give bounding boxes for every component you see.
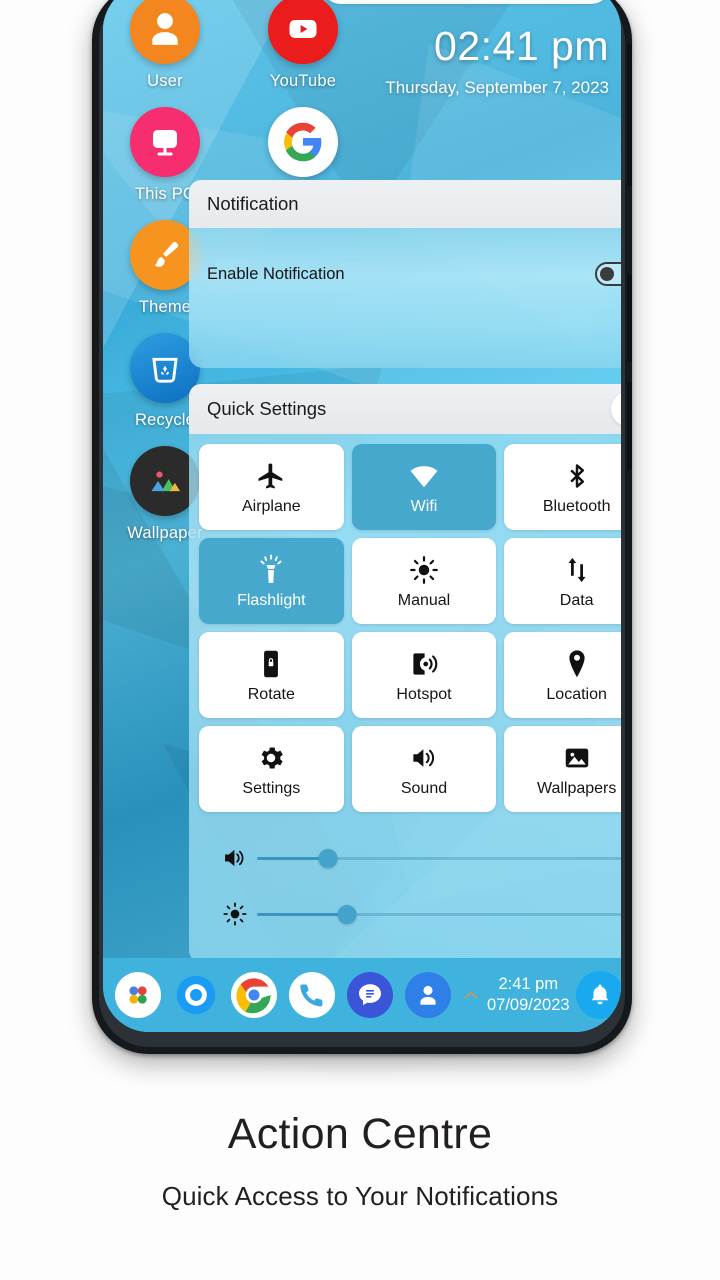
- phone-icon[interactable]: [289, 972, 335, 1018]
- tile-label: Location: [546, 685, 607, 703]
- taskbar-date: 07/09/2023: [487, 996, 570, 1014]
- notification-body: Enable Notification: [189, 228, 621, 368]
- slider-area: [199, 812, 621, 946]
- quick-settings-body: Airplane Wifi Bluetooth Flashlight Manua…: [189, 434, 621, 964]
- tile-airplane[interactable]: Airplane: [199, 444, 344, 530]
- caption-block: Action Centre Quick Access to Your Notif…: [0, 1110, 720, 1212]
- tile-label: Hotspot: [396, 685, 452, 703]
- tile-label: Settings: [242, 779, 301, 797]
- enable-notification-row[interactable]: Enable Notification: [189, 228, 621, 320]
- quick-settings-tile-grid: Airplane Wifi Bluetooth Flashlight Manua…: [199, 444, 621, 812]
- brightness-slider-fill: [257, 912, 347, 916]
- image-icon: [562, 741, 592, 775]
- assistant-icon[interactable]: [173, 972, 219, 1018]
- brightness-slider-row[interactable]: [213, 886, 621, 942]
- tile-label: Flashlight: [237, 591, 306, 609]
- gear-icon: [256, 741, 286, 775]
- brightness-slider-thumb[interactable]: [337, 904, 357, 924]
- tile-label: Rotate: [247, 685, 295, 703]
- desktop-icon-label: YouTube: [269, 72, 337, 90]
- screenshot-root: User This PC Theme Recycle Wallpaper You…: [0, 0, 720, 1280]
- tile-label: Manual: [397, 591, 451, 609]
- caption-subtitle: Quick Access to Your Notifications: [161, 1181, 559, 1211]
- taskbar-expand-button[interactable]: [461, 985, 481, 1005]
- volume-slider-fill: [257, 856, 329, 860]
- taskbar: 2:41 pm 07/09/2023: [103, 958, 621, 1032]
- wifi-icon: [407, 459, 441, 493]
- youtube-icon: [268, 0, 338, 64]
- messages-icon[interactable]: [347, 972, 393, 1018]
- enable-notification-label: Enable Notification: [207, 264, 345, 283]
- phone-device-frame: User This PC Theme Recycle Wallpaper You…: [92, 0, 632, 1054]
- notification-empty-area: [189, 320, 621, 368]
- tile-label: Sound: [400, 779, 448, 797]
- speaker-icon: [213, 845, 257, 871]
- desktop-icon-label: User: [147, 72, 183, 90]
- desktop-icon-youtube[interactable]: YouTube: [255, 0, 351, 91]
- chevron-down-icon: [618, 399, 621, 419]
- notification-header[interactable]: Notification: [189, 180, 621, 228]
- tile-label: Wallpapers: [536, 779, 617, 797]
- tile-label: Wifi: [410, 497, 438, 515]
- tile-label: Bluetooth: [542, 497, 611, 515]
- status-bar: [321, 0, 611, 4]
- enable-notification-toggle[interactable]: [595, 262, 621, 286]
- tile-hotspot[interactable]: Hotspot: [351, 632, 497, 718]
- tile-label: Data: [559, 591, 594, 609]
- notification-title: Notification: [207, 193, 299, 214]
- user-icon: [130, 0, 200, 64]
- hotspot-icon: [409, 647, 439, 681]
- tile-label: Airplane: [241, 497, 301, 515]
- phone-screen: User This PC Theme Recycle Wallpaper You…: [103, 0, 621, 1032]
- user-account-icon[interactable]: [405, 972, 451, 1018]
- tile-rotate[interactable]: Rotate: [199, 632, 344, 718]
- brightness-icon: [213, 901, 257, 927]
- brightness-slider-track[interactable]: [257, 904, 621, 924]
- volume-slider-row[interactable]: [213, 830, 621, 886]
- notification-bell-button[interactable]: [575, 971, 621, 1019]
- phone-side-button-volume-up[interactable]: [627, 44, 632, 186]
- clock-time: 02:41 pm: [434, 23, 609, 69]
- tile-wallpapers[interactable]: Wallpapers: [504, 726, 621, 812]
- phone-side-button-volume-down[interactable]: [627, 274, 632, 362]
- bluetooth-icon: [563, 459, 591, 493]
- taskbar-time: 2:41 pm: [498, 974, 559, 993]
- tile-sound[interactable]: Sound: [351, 726, 497, 812]
- quick-settings-title: Quick Settings: [207, 398, 327, 419]
- tile-wifi[interactable]: Wifi: [351, 444, 497, 530]
- tile-flashlight[interactable]: Flashlight: [199, 538, 344, 624]
- tile-manual[interactable]: Manual: [351, 538, 497, 624]
- tile-settings[interactable]: Settings: [199, 726, 344, 812]
- tile-location[interactable]: Location: [504, 632, 621, 718]
- clock-widget[interactable]: 02:41 pm Thursday, September 7, 2023: [385, 26, 609, 98]
- action-centre-panel: Notification Enable Notification Quick S…: [189, 180, 621, 964]
- caption-title: Action Centre: [227, 1110, 493, 1158]
- desktop-icon-user[interactable]: User: [117, 0, 213, 91]
- volume-slider-thumb[interactable]: [318, 848, 338, 868]
- airplane-icon: [256, 459, 286, 493]
- volume-slider-track[interactable]: [257, 848, 621, 868]
- app-launcher-icon[interactable]: [115, 972, 161, 1018]
- tile-data[interactable]: Data: [504, 538, 621, 624]
- clock-date: Thursday, September 7, 2023: [385, 78, 609, 97]
- location-pin-icon: [564, 647, 590, 681]
- tile-bluetooth[interactable]: Bluetooth: [504, 444, 621, 530]
- chrome-icon[interactable]: [231, 972, 277, 1018]
- this-pc-icon: [130, 107, 200, 177]
- phone-side-button-power[interactable]: [627, 382, 632, 470]
- brightness-icon: [409, 553, 439, 587]
- data-arrows-icon: [563, 553, 591, 587]
- bell-icon: [591, 984, 608, 1005]
- taskbar-clock[interactable]: 2:41 pm 07/09/2023: [487, 974, 570, 1016]
- google-icon: [268, 107, 338, 177]
- chevron-up-icon: [464, 991, 478, 999]
- quick-settings-header[interactable]: Quick Settings: [189, 384, 621, 434]
- toggle-knob: [600, 267, 614, 281]
- quick-settings-collapse-button[interactable]: [611, 392, 621, 426]
- speaker-icon: [409, 741, 439, 775]
- rotate-lock-icon: [259, 647, 283, 681]
- flashlight-icon: [256, 553, 286, 587]
